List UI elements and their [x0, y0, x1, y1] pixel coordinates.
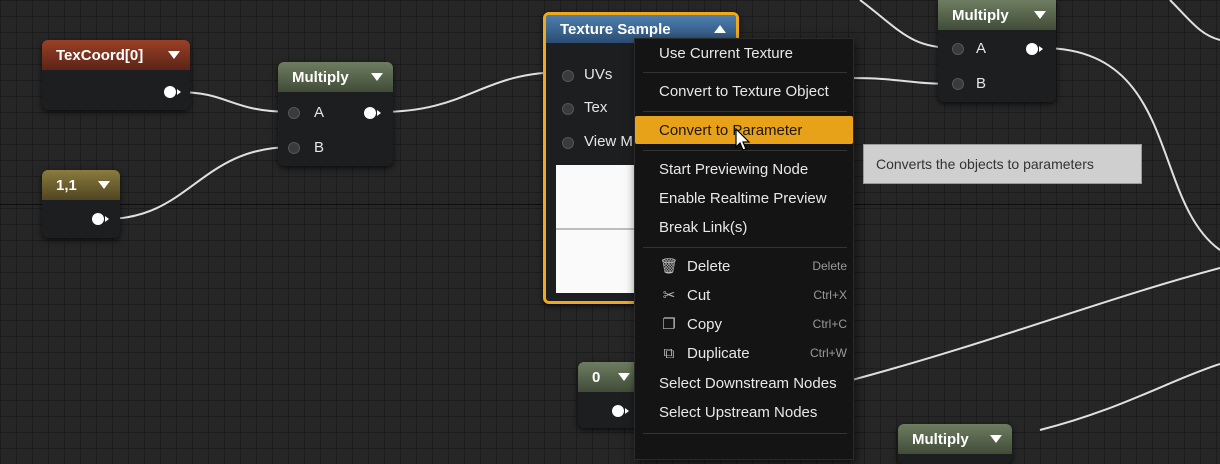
chevron-down-icon[interactable] — [98, 181, 110, 189]
chevron-down-icon[interactable] — [990, 435, 1002, 443]
texture-sample-pin-view-label: View M — [584, 133, 633, 150]
multiply-middle-output-pin[interactable] — [364, 107, 381, 119]
constant0-node-title: 0 — [592, 368, 601, 386]
menu-item-duplicate[interactable]: ⧉ Duplicate Ctrl+W — [643, 339, 853, 367]
menu-item-label: Break Link(s) — [659, 218, 748, 236]
menu-item-label: Select Downstream Nodes — [659, 374, 837, 392]
texcoord-node[interactable]: TexCoord[0] — [42, 40, 190, 110]
scissors-icon: ✂ — [662, 287, 676, 304]
multiply-node-bottom-title: Multiply — [912, 430, 969, 448]
menu-item-select-downstream-nodes[interactable]: Select Downstream Nodes — [643, 369, 853, 397]
menu-item-shortcut: Delete — [812, 259, 847, 273]
wire-top-right-edge — [1169, 0, 1220, 41]
multiply-middle-pin-b[interactable] — [288, 142, 300, 154]
multiply-node-bottom[interactable]: Multiply — [898, 424, 1012, 464]
menu-item-label: Start Previewing Node — [659, 160, 809, 178]
menu-item-label: Copy — [687, 315, 723, 333]
copy-icon: ❐ — [662, 316, 676, 333]
texture-sample-node-title: Texture Sample — [560, 20, 671, 38]
multiply-node-middle-header[interactable]: Multiply — [278, 62, 393, 92]
wire-constant-to-multiply-b — [105, 146, 293, 220]
multiply-node-top-title: Multiply — [952, 6, 1009, 24]
constant2-node[interactable]: 1,1 — [42, 170, 120, 238]
chevron-down-icon[interactable] — [168, 51, 180, 59]
chevron-down-icon[interactable] — [1034, 11, 1046, 19]
wire-multiply-to-uvs — [379, 71, 566, 113]
menu-item-start-previewing-node[interactable]: Start Previewing Node — [643, 155, 853, 183]
menu-separator — [643, 247, 847, 248]
multiply-top-pin-a[interactable] — [952, 43, 964, 55]
texture-sample-pin-uvs[interactable] — [562, 70, 574, 82]
menu-item-enable-realtime-preview[interactable]: Enable Realtime Preview — [643, 184, 853, 212]
menu-item-label: Convert to Texture Object — [659, 82, 829, 100]
texture-sample-pin-tex[interactable] — [562, 103, 574, 115]
multiply-middle-pin-b-label: B — [314, 139, 325, 156]
constant0-node-header[interactable]: 0 — [578, 362, 640, 392]
chevron-down-icon[interactable] — [618, 373, 630, 381]
texture-sample-pin-tex-label: Tex — [584, 99, 608, 116]
menu-item-convert-to-texture-object[interactable]: Convert to Texture Object — [643, 77, 853, 105]
menu-item-label: Select Upstream Nodes — [659, 403, 818, 421]
menu-separator — [643, 111, 847, 112]
texcoord-node-header[interactable]: TexCoord[0] — [42, 40, 190, 70]
menu-item-label: Enable Realtime Preview — [659, 189, 827, 207]
constant2-output-pin[interactable] — [92, 213, 109, 225]
menu-item-cut[interactable]: ✂ Cut Ctrl+X — [643, 281, 853, 309]
chevron-down-icon[interactable] — [371, 73, 383, 81]
menu-item-label: Duplicate — [687, 344, 750, 362]
wire-bottom-right — [1039, 363, 1220, 431]
context-menu: Use Current Texture Convert to Texture O… — [634, 38, 854, 460]
menu-item-copy[interactable]: ❐ Copy Ctrl+C — [643, 310, 853, 338]
menu-item-select-upstream-nodes[interactable]: Select Upstream Nodes — [643, 398, 853, 426]
multiply-node-bottom-header[interactable]: Multiply — [898, 424, 1012, 454]
chevron-up-icon[interactable] — [714, 25, 726, 33]
constant2-node-title: 1,1 — [56, 176, 77, 194]
menu-item-label: Convert to Parameter — [659, 121, 803, 139]
multiply-middle-pin-a[interactable] — [288, 107, 300, 119]
menu-separator — [643, 72, 847, 73]
mouse-cursor-icon — [735, 128, 751, 151]
menu-item-use-current-texture[interactable]: Use Current Texture — [643, 39, 853, 67]
constant0-output-pin[interactable] — [612, 405, 629, 417]
wire-downstream-out — [851, 267, 1220, 381]
duplicate-icon: ⧉ — [663, 344, 675, 362]
menu-item-shortcut: Ctrl+C — [812, 317, 847, 331]
menu-item-label: Cut — [687, 286, 711, 304]
menu-item-label: Delete — [687, 257, 731, 275]
menu-item-delete[interactable]: 🗑 Delete Delete — [643, 252, 853, 280]
menu-item-shortcut: Ctrl+X — [813, 288, 847, 302]
multiply-top-pin-a-label: A — [976, 40, 987, 57]
wire-texcoord-to-multiply-a — [176, 91, 293, 113]
menu-item-label: Use Current Texture — [659, 44, 793, 62]
texture-sample-pin-view[interactable] — [562, 137, 574, 149]
multiply-top-output-pin[interactable] — [1026, 43, 1043, 55]
delete-icon: 🗑 — [659, 258, 679, 275]
menu-separator — [643, 433, 847, 434]
menu-item-break-links[interactable]: Break Link(s) — [643, 213, 853, 241]
multiply-top-pin-b[interactable] — [952, 78, 964, 90]
texture-sample-pin-uvs-label: UVs — [584, 66, 613, 83]
multiply-top-pin-b-label: B — [976, 75, 987, 92]
constant0-node[interactable]: 0 — [578, 362, 640, 428]
multiply-node-middle-title: Multiply — [292, 68, 349, 86]
texcoord-output-pin[interactable] — [164, 86, 181, 98]
tooltip: Converts the objects to parameters — [863, 144, 1142, 184]
texcoord-node-title: TexCoord[0] — [56, 46, 144, 64]
multiply-middle-pin-a-label: A — [314, 104, 325, 121]
constant2-node-header[interactable]: 1,1 — [42, 170, 120, 200]
multiply-node-middle[interactable]: Multiply A B — [278, 62, 393, 166]
tooltip-text: Converts the objects to parameters — [876, 156, 1094, 172]
multiply-node-top-header[interactable]: Multiply — [938, 0, 1056, 30]
multiply-node-top[interactable]: Multiply A B — [938, 0, 1056, 102]
menu-item-shortcut: Ctrl+W — [810, 346, 847, 360]
